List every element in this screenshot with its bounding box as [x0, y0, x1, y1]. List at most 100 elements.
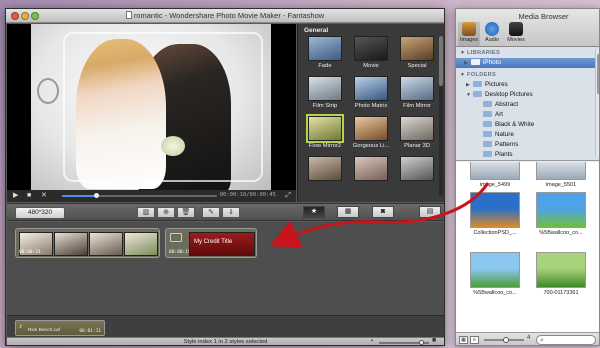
timeline-zoom-slider[interactable]	[379, 340, 429, 345]
thumbnail-size-slider[interactable]	[484, 337, 524, 343]
folder-item[interactable]: ▶ Pictures	[456, 80, 596, 90]
add-photo-button[interactable]: ⊕	[157, 207, 175, 218]
style-thumbnail-image	[354, 156, 388, 181]
folder-item[interactable]: Patterns	[456, 140, 596, 150]
music-clip[interactable]: ♪ Rick Bench.caf 00:01:11	[15, 320, 105, 336]
folder-label: Nature	[495, 131, 514, 138]
disclosure-icon[interactable]: ▼	[466, 90, 473, 100]
disclosure-icon[interactable]: ▶	[466, 80, 473, 90]
media-photo-item[interactable]: %5Bwallcoo_co...	[464, 252, 526, 296]
folder-item[interactable]: Nature	[456, 130, 596, 140]
media-browser-titlebar: Media Browser Images Audio Movies	[456, 9, 599, 47]
media-browser-sidebar: ▼ LIBRARIES ▶ iPhoto ▼ FOLDERS ▶ Pictures ▼ De…	[456, 47, 599, 161]
style-thumbnail-image	[306, 114, 344, 143]
media-photo-item[interactable]: image_5499	[464, 162, 526, 188]
music-note-icon: ♪	[19, 323, 23, 330]
fullscreen-icon[interactable]: ⤢	[285, 192, 291, 200]
style-thumbnail[interactable]	[348, 156, 392, 192]
storyboard-view-button[interactable]: ▦	[337, 206, 359, 218]
resolution-button[interactable]: 480*320	[15, 207, 65, 219]
style-thumbnail[interactable]	[302, 156, 346, 192]
style-thumbnail-label: Film Mirror	[403, 103, 431, 109]
delete-button[interactable]: 🗑	[177, 207, 195, 218]
zoom-in-icon[interactable]: ■	[432, 337, 436, 344]
search-field[interactable]: ⌕	[536, 335, 596, 345]
sidebar-scrollbar[interactable]	[595, 49, 599, 157]
style-thumbnail[interactable]: Flow Mirror2	[302, 114, 346, 152]
zoom-slider-knob[interactable]	[419, 340, 424, 345]
style-thumbnail-image	[354, 36, 388, 61]
export-button[interactable]: ▤	[419, 206, 441, 218]
folder-item[interactable]: Abstract	[456, 100, 596, 110]
list-view-icon[interactable]: ≡	[470, 336, 479, 344]
sidebar-item-iphoto[interactable]: ▶ iPhoto	[456, 58, 596, 68]
title-clip-group[interactable]: 00:00:15 My Credit Title	[165, 228, 257, 258]
close-preview-icon[interactable]: ✕	[41, 192, 47, 200]
style-thumbnail-label: Film Strip	[312, 103, 338, 109]
music-track[interactable]: ♪ Rick Bench.caf 00:01:11	[7, 315, 444, 337]
folder-icon	[483, 101, 492, 107]
folder-item[interactable]: Black & White	[456, 120, 596, 130]
styles-scroll-knob[interactable]	[439, 36, 443, 86]
style-thumbnail-label: Fade	[318, 63, 332, 69]
crop-button[interactable]: ▥	[137, 207, 155, 218]
style-thumbnail-image	[308, 156, 342, 181]
style-thumbnail-label: Special	[407, 63, 427, 69]
disclosure-icon[interactable]: ▶	[464, 58, 471, 68]
tab-movies[interactable]: Movies	[505, 22, 527, 46]
tab-images[interactable]: Images	[458, 22, 480, 46]
style-thumbnail[interactable]	[394, 156, 438, 192]
edit-button[interactable]: ✎	[202, 207, 220, 218]
photo-clip[interactable]	[124, 232, 158, 256]
photo-clip[interactable]	[89, 232, 123, 256]
window-title-text: romantic - Wondershare Photo Movie Maker…	[133, 11, 325, 20]
style-thumbnail[interactable]: Photo Matrix	[348, 76, 392, 112]
thumbnail-size-knob[interactable]	[503, 337, 509, 343]
camera-view-button[interactable]: ◙	[372, 206, 394, 218]
style-thumbnail[interactable]: Gorgeous Li...	[348, 116, 392, 152]
styles-scrollbar[interactable]	[439, 36, 443, 196]
folder-item[interactable]: ▼ Desktop Pictures	[456, 90, 596, 100]
media-photo-item[interactable]: image_5501	[530, 162, 592, 188]
zoom-out-icon[interactable]: ▪	[371, 338, 373, 344]
seek-knob[interactable]	[94, 193, 100, 198]
timecode: 00:00:10/00:00:45	[219, 192, 276, 198]
style-thumbnail[interactable]: Fade	[302, 36, 346, 72]
seek-progress	[62, 195, 97, 197]
preview-area[interactable]	[7, 24, 296, 190]
media-browser-title: Media Browser	[518, 12, 569, 21]
media-photo-item[interactable]: 700-01173361	[530, 252, 592, 296]
style-thumbnail[interactable]: Planar 3D	[394, 116, 438, 152]
media-photo-item[interactable]: %5Bwallcoo_co...	[530, 192, 592, 236]
folder-icon	[483, 141, 492, 147]
grid-view-icon[interactable]: ▦	[459, 336, 468, 344]
styles-panel: General Fade Movie Special Film Strip Photo …	[297, 24, 444, 202]
record-button[interactable]: ⇓	[222, 207, 240, 218]
photo-clip[interactable]	[54, 232, 88, 256]
style-thumbnail-label: Photo Matrix	[354, 103, 388, 109]
folder-item[interactable]: Art	[456, 110, 596, 120]
style-thumbnail[interactable]: Film Strip	[302, 76, 346, 112]
style-thumbnail[interactable]: Special	[394, 36, 438, 72]
tab-audio[interactable]: Audio	[481, 22, 503, 46]
style-thumbnail[interactable]: Movie	[348, 36, 392, 72]
seek-bar[interactable]	[62, 193, 217, 198]
media-photo-item[interactable]: CollectionPSD_...	[464, 192, 526, 236]
audio-icon	[485, 22, 499, 36]
media-grid: image_5499 image_5501 CollectionPSD_... %5B…	[456, 162, 599, 332]
media-photo-thumbnail	[536, 162, 586, 180]
styles-view-button[interactable]: ★	[303, 206, 325, 218]
credit-title-clip[interactable]: My Credit Title	[189, 232, 255, 256]
media-photo-thumbnail	[470, 162, 520, 180]
iphoto-icon	[471, 59, 480, 65]
play-icon[interactable]: ▶	[13, 192, 18, 200]
style-thumbnail[interactable]: Film Mirror	[394, 76, 438, 112]
style-thumbnail-image	[400, 116, 434, 141]
music-clip-duration: 00:01:11	[79, 329, 101, 334]
style-thumbnail-label: Flow Mirror2	[308, 143, 342, 149]
style-thumbnail-image	[354, 116, 388, 141]
stop-icon[interactable]: ■	[27, 192, 31, 200]
storyboard[interactable]: 00:00:31 00:00:15 My Credit Title	[7, 222, 444, 315]
folder-item[interactable]: Plants	[456, 150, 596, 160]
photo-clip-group[interactable]: 00:00:31	[15, 228, 160, 258]
